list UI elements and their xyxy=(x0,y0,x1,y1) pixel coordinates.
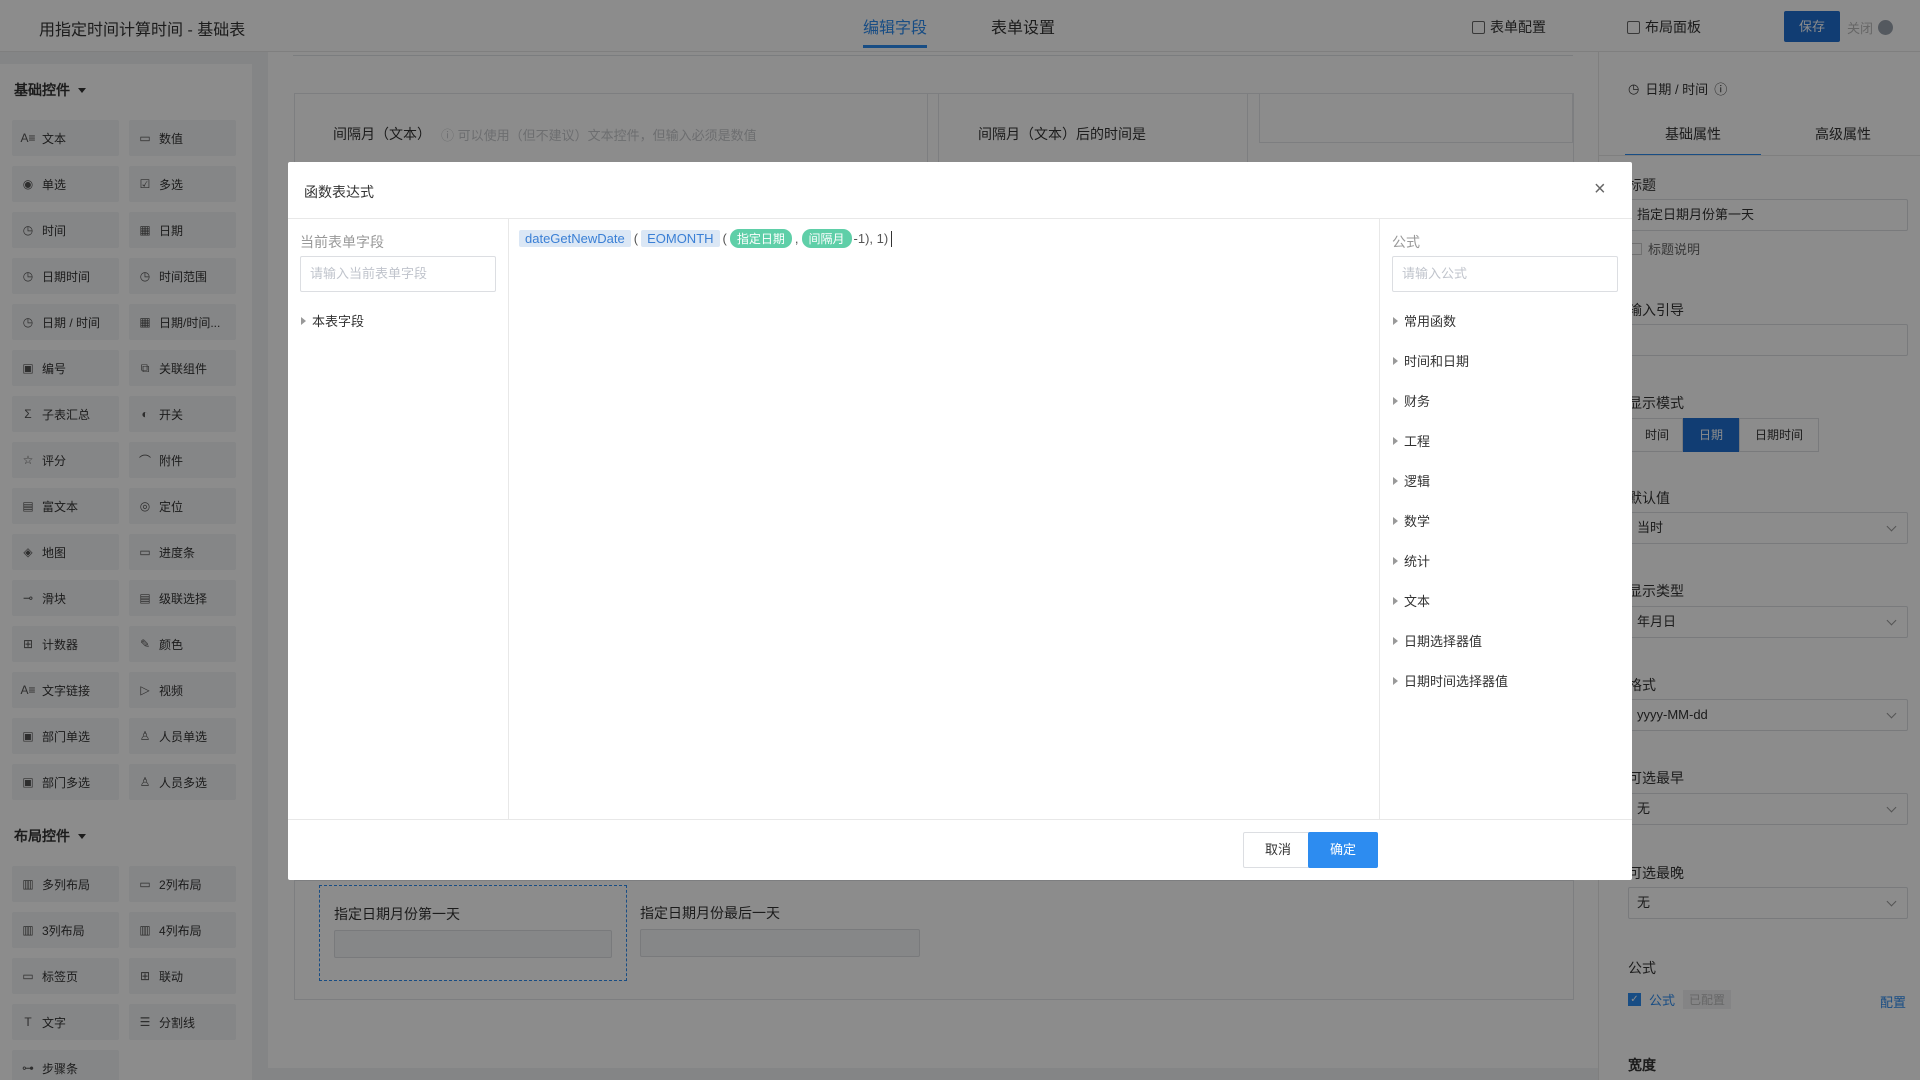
formula-category-item[interactable]: 常用函数 xyxy=(1393,311,1456,330)
formula-category-item[interactable]: 日期时间选择器值 xyxy=(1393,671,1508,690)
expand-triangle-icon xyxy=(1393,396,1398,405)
formula-list-column: 公式 请输入公式 常用函数时间和日期财务工程逻辑数学统计文本日期选择器值日期时间… xyxy=(1380,219,1632,819)
tree-item-this-table-fields[interactable]: 本表字段 xyxy=(301,311,364,330)
formula-category-label: 统计 xyxy=(1404,554,1431,569)
formula-category-label: 常用函数 xyxy=(1404,314,1457,329)
formula-category-label: 逻辑 xyxy=(1404,474,1431,489)
formula-category-item[interactable]: 工程 xyxy=(1393,431,1430,450)
formula-category-label: 日期时间选择器值 xyxy=(1404,674,1509,689)
formula-category-label: 文本 xyxy=(1404,594,1431,609)
token-function[interactable]: EOMONTH xyxy=(641,230,720,247)
formula-category-item[interactable]: 逻辑 xyxy=(1393,471,1430,490)
close-icon[interactable]: × xyxy=(1594,178,1606,201)
token-paren: ( xyxy=(722,231,727,246)
expand-triangle-icon xyxy=(1393,596,1398,605)
expand-triangle-icon xyxy=(1393,676,1398,685)
confirm-button[interactable]: 确定 xyxy=(1308,832,1378,868)
token-function[interactable]: dateGetNewDate xyxy=(519,230,631,247)
token-field[interactable]: 间隔月 xyxy=(801,229,852,248)
field-search-input[interactable]: 请输入当前表单字段 xyxy=(300,256,496,292)
formula-category-item[interactable]: 文本 xyxy=(1393,591,1430,610)
formula-category-item[interactable]: 统计 xyxy=(1393,551,1430,570)
expand-triangle-icon xyxy=(301,316,306,325)
formula-category-item[interactable]: 日期选择器值 xyxy=(1393,631,1482,650)
expand-triangle-icon xyxy=(1393,436,1398,445)
token-tail: -1), 1) xyxy=(853,231,889,246)
expand-triangle-icon xyxy=(1393,636,1398,645)
formula-category-item[interactable]: 时间和日期 xyxy=(1393,351,1469,370)
formula-category-item[interactable]: 数学 xyxy=(1393,511,1430,530)
formula-search-input[interactable]: 请输入公式 xyxy=(1392,256,1618,292)
expand-triangle-icon xyxy=(1393,316,1398,325)
formula-category-label: 日期选择器值 xyxy=(1404,634,1483,649)
tree-item-label: 本表字段 xyxy=(312,314,365,329)
current-fields-label: 当前表单字段 xyxy=(300,234,384,250)
dialog-title: 函数表达式 xyxy=(304,184,374,200)
expand-triangle-icon xyxy=(1393,476,1398,485)
token-field[interactable]: 指定日期 xyxy=(729,229,792,248)
formula-expression[interactable]: dateGetNewDate ( EOMONTH ( 指定日期 , 间隔月 -1… xyxy=(519,229,893,248)
formula-category-label: 工程 xyxy=(1404,434,1431,449)
cancel-button[interactable]: 取消 xyxy=(1243,832,1313,868)
formula-category-label: 财务 xyxy=(1404,394,1431,409)
expand-triangle-icon xyxy=(1393,516,1398,525)
expand-triangle-icon xyxy=(1393,356,1398,365)
token-separator: , xyxy=(794,231,799,246)
formula-category-item[interactable]: 财务 xyxy=(1393,391,1430,410)
expression-editor[interactable]: dateGetNewDate ( EOMONTH ( 指定日期 , 间隔月 -1… xyxy=(509,219,1380,819)
formula-category-label: 时间和日期 xyxy=(1404,354,1470,369)
formula-list-label: 公式 xyxy=(1392,234,1420,250)
form-fields-column: 当前表单字段 请输入当前表单字段 本表字段 xyxy=(288,219,509,819)
token-paren: ( xyxy=(633,231,639,246)
function-expression-dialog: 函数表达式 × 当前表单字段 请输入当前表单字段 本表字段 dateGetNew… xyxy=(288,162,1632,880)
formula-category-label: 数学 xyxy=(1404,514,1431,529)
text-cursor xyxy=(891,230,893,247)
dialog-header: 函数表达式 × xyxy=(288,162,1632,219)
dialog-footer: 取消 确定 xyxy=(288,819,1632,880)
expand-triangle-icon xyxy=(1393,556,1398,565)
